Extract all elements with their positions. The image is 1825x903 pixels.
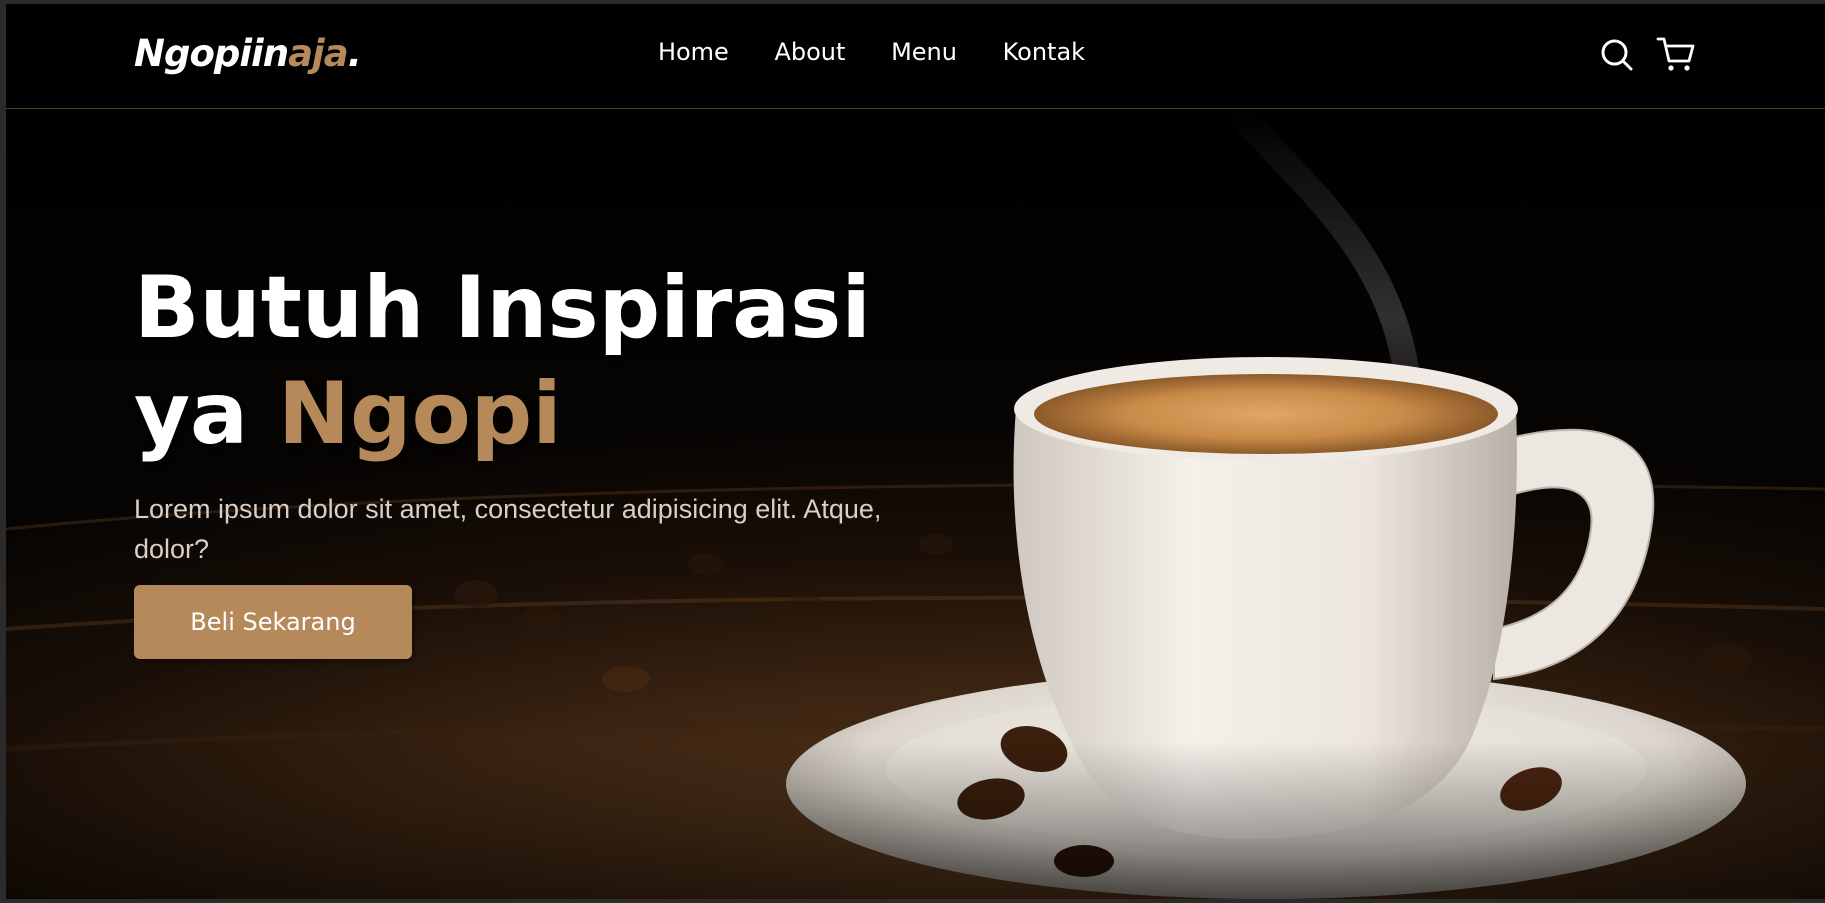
hero-section: Butuh Inspirasi ya Ngopi Lorem ipsum dolo… [6,109,1825,899]
nav-link-menu[interactable]: Menu [891,38,957,66]
nav-link-home[interactable]: Home [658,38,729,66]
navbar: Ngopiinaja. Home About Menu Kontak [6,4,1825,109]
search-icon[interactable] [1600,38,1634,76]
hero-title-highlight: Ngopi [278,364,562,464]
buy-now-button[interactable]: Beli Sekarang [134,585,412,659]
cart-icon[interactable] [1656,36,1696,78]
nav-links: Home About Menu Kontak [6,38,1781,66]
hero-title-line2-prefix: ya [134,364,249,464]
nav-link-about[interactable]: About [774,38,845,66]
hero-title-line1: Butuh Inspirasi [134,258,871,358]
hero-description: Lorem ipsum dolor sit amet, consectetur … [134,494,882,564]
nav-link-kontak[interactable]: Kontak [1003,38,1085,66]
browser-viewport: Ngopiinaja. Home About Menu Kontak Butuh… [6,4,1825,899]
hero-title: Butuh Inspirasi ya Ngopi [134,255,871,467]
